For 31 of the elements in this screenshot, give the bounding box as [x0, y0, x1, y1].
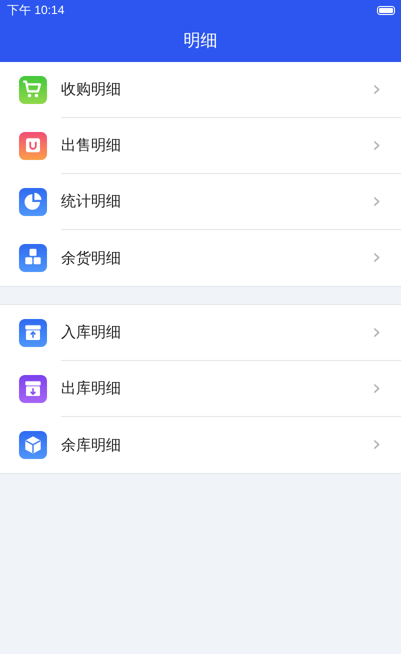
list-item[interactable]: 出售明细 ›: [0, 118, 401, 174]
chevron-icon: ›: [372, 378, 381, 400]
bag-icon: [19, 132, 47, 160]
list-item[interactable]: 出库明细 ›: [0, 361, 401, 417]
list-item[interactable]: 余库明细 ›: [0, 417, 401, 473]
cart-icon: [19, 76, 47, 104]
chevron-icon: ›: [372, 190, 381, 212]
box-download-icon: [19, 375, 47, 403]
item-label: 收购明细: [61, 80, 121, 99]
boxes-icon: [19, 244, 47, 272]
chevron-icon: ›: [372, 134, 381, 156]
item-label: 出库明细: [61, 379, 121, 398]
box-upload-icon: [19, 319, 47, 347]
chevron-icon: ›: [372, 434, 381, 456]
status-time: 下午 10:14: [7, 2, 64, 18]
cube-icon: [19, 431, 47, 459]
item-label: 统计明细: [61, 192, 121, 211]
list-item[interactable]: 统计明细 ›: [0, 174, 401, 230]
list-item[interactable]: 收购明细 ›: [0, 62, 401, 118]
battery-icon: [377, 6, 395, 14]
list-item[interactable]: 入库明细 ›: [0, 305, 401, 361]
item-label: 余货明细: [61, 248, 121, 268]
pie-chart-icon: [19, 188, 47, 216]
chevron-icon: ›: [372, 322, 381, 344]
page-title: 明细: [182, 30, 218, 52]
item-label: 出售明细: [61, 136, 121, 155]
chevron-icon: ›: [372, 78, 381, 100]
chevron-icon: ›: [372, 247, 381, 269]
item-label: 入库明细: [61, 323, 121, 342]
list-item[interactable]: 余货明细 ›: [0, 230, 401, 286]
item-label: 余库明细: [61, 436, 121, 454]
